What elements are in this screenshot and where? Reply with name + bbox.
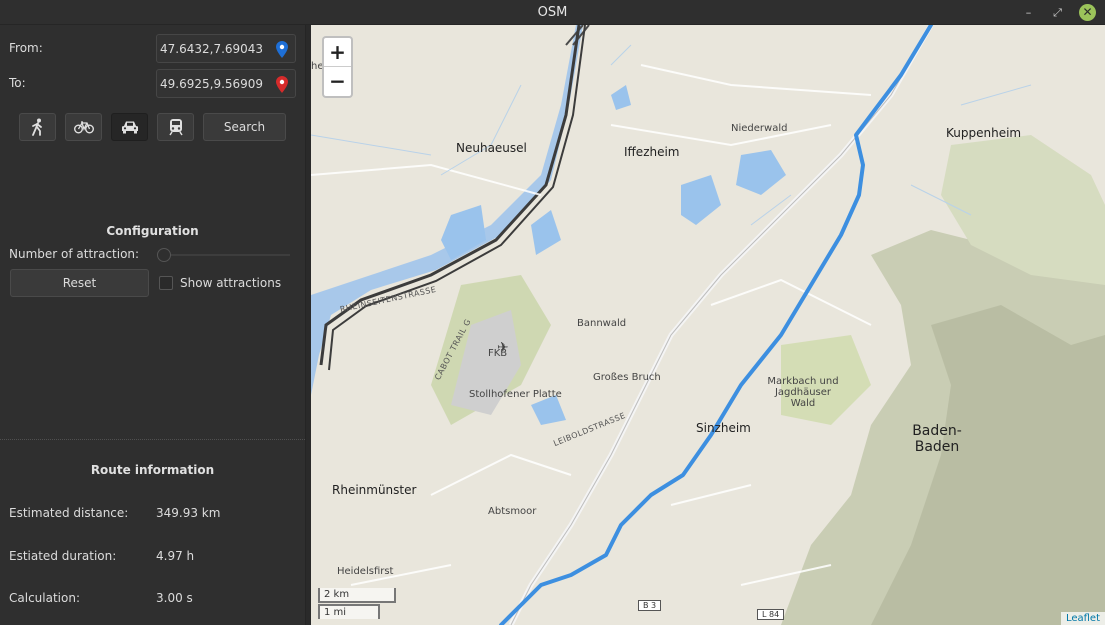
title-bar: OSM – ⤢ ✕ <box>0 0 1105 25</box>
walk-icon <box>31 118 42 136</box>
map-label-fkb: FKB <box>488 348 508 359</box>
map-label-neuhaeusel: Neuhaeusel <box>456 141 527 155</box>
distance-value: 349.93 km <box>156 506 221 520</box>
attraction-slider-handle[interactable] <box>157 248 171 262</box>
zoom-in-button[interactable]: + <box>324 38 351 67</box>
map-label-kuppenheim: Kuppenheim <box>946 126 1022 140</box>
duration-value: 4.97 h <box>156 549 195 563</box>
window-title: OSM <box>537 5 568 20</box>
zoom-control: + − <box>322 36 353 98</box>
walk-mode-button[interactable] <box>19 113 56 141</box>
search-button[interactable]: Search <box>203 113 286 141</box>
configuration-title: Configuration <box>106 224 199 238</box>
distance-label: Estimated distance: <box>9 506 129 520</box>
close-icon[interactable]: ✕ <box>1079 4 1096 21</box>
blue-pin-icon[interactable] <box>276 41 288 58</box>
train-icon <box>168 119 183 136</box>
duration-label: Estiated duration: <box>9 549 117 563</box>
zoom-out-button[interactable]: − <box>324 67 351 96</box>
reset-button[interactable]: Reset <box>10 269 149 297</box>
maximize-icon[interactable]: ⤢ <box>1049 4 1066 21</box>
car-mode-button[interactable] <box>111 113 148 141</box>
map-label-baden-baden: Baden-Baden <box>912 423 962 455</box>
map-label-rheinmuenster: Rheinmünster <box>332 483 417 497</box>
map-label-grosses-bruch: Großes Bruch <box>593 372 661 383</box>
from-label: From: <box>9 41 43 55</box>
to-input[interactable] <box>160 70 272 97</box>
map-label-bannwald: Bannwald <box>577 318 627 329</box>
show-attractions-label[interactable]: Show attractions <box>180 276 281 290</box>
to-label: To: <box>9 76 26 90</box>
calculation-label: Calculation: <box>9 591 80 605</box>
from-input[interactable] <box>160 35 272 62</box>
attraction-slider[interactable] <box>163 254 290 256</box>
map-label-stollhofener: Stollhofener Platte <box>469 389 562 400</box>
scale-bar-km: 2 km <box>318 588 396 603</box>
map-label-markbach: Markbach und Jagdhäuser Wald <box>767 376 839 409</box>
map-label-abtsmoor: Abtsmoor <box>488 506 537 517</box>
road-shield-b3: B 3 <box>638 600 662 611</box>
route-information-title: Route information <box>90 463 215 477</box>
map-label-sinzheim: Sinzheim <box>696 421 751 435</box>
map-tiles <box>311 25 1105 625</box>
map-label-niederwald: Niederwald <box>731 123 788 134</box>
map-view[interactable]: Neuhaeusel Iffezheim Niederwald Kuppenhe… <box>311 25 1105 625</box>
transit-mode-button[interactable] <box>157 113 194 141</box>
road-shield-l84: L 84 <box>757 609 785 620</box>
bike-mode-button[interactable] <box>65 113 102 141</box>
map-label-iffezheim: Iffezheim <box>624 145 680 159</box>
from-field[interactable] <box>156 34 296 63</box>
map-label-heidelsfirst: Heidelsfirst <box>337 566 394 577</box>
bike-icon <box>73 121 94 134</box>
to-field[interactable] <box>156 69 296 98</box>
leaflet-attribution-link[interactable]: Leaflet <box>1060 612 1105 625</box>
scale-bar-mi: 1 mi <box>318 604 380 619</box>
minimize-icon[interactable]: – <box>1020 4 1037 21</box>
red-pin-icon[interactable] <box>276 76 288 93</box>
show-attractions-checkbox[interactable] <box>159 276 173 290</box>
sidebar: From: To: <box>0 25 311 625</box>
panel-splitter[interactable] <box>0 439 311 440</box>
car-icon <box>121 121 138 134</box>
calculation-value: 3.00 s <box>156 591 193 605</box>
attraction-label: Number of attraction: <box>9 247 140 261</box>
